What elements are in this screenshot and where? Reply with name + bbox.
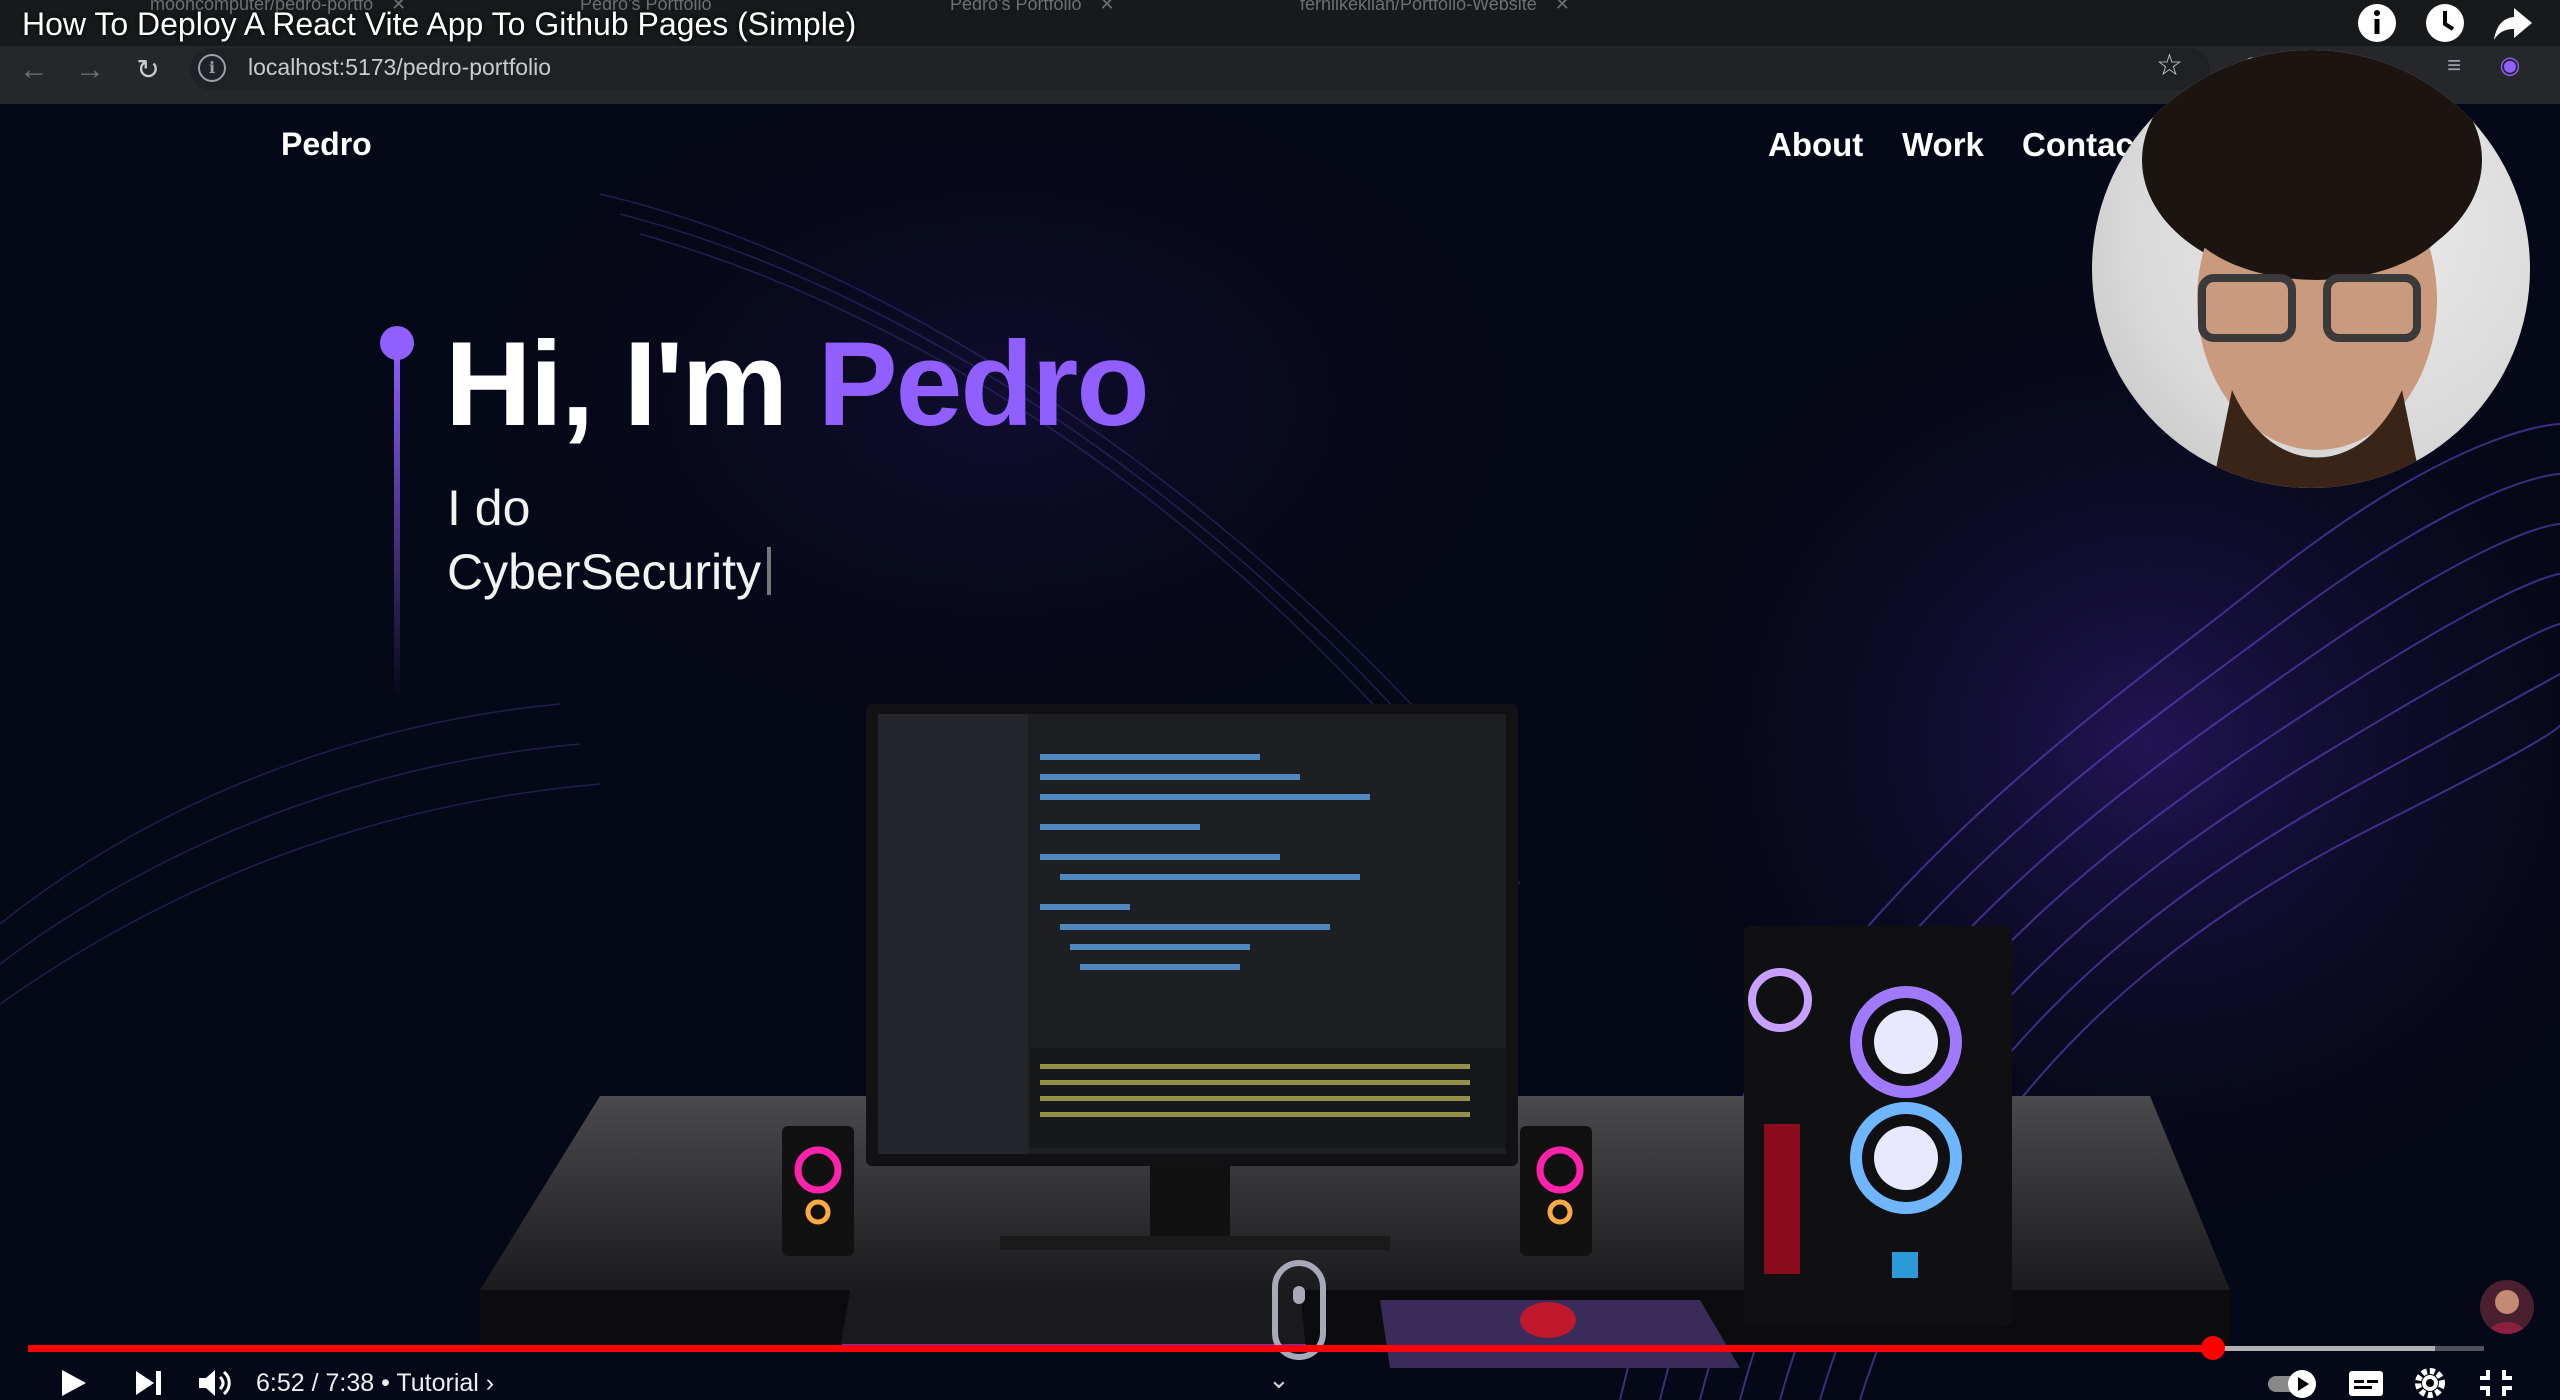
autoplay-toggle-icon[interactable] (2266, 1366, 2322, 1400)
nav-contact[interactable]: Contac (2022, 126, 2134, 164)
site-info-icon[interactable]: i (198, 54, 226, 82)
hero-subtitle: I do CyberSecurity (447, 476, 771, 604)
forward-arrow-icon[interactable]: → (70, 50, 110, 90)
progress-played (28, 1345, 2213, 1352)
nav-work[interactable]: Work (1902, 126, 1984, 164)
reload-icon[interactable]: ↻ (128, 50, 168, 90)
watch-later-icon[interactable] (2422, 0, 2468, 46)
reading-list-icon[interactable]: ≡ (2438, 50, 2470, 82)
back-arrow-icon[interactable]: ← (14, 50, 54, 90)
hero-indicator-line (394, 344, 400, 700)
share-icon[interactable] (2490, 0, 2536, 46)
url-text[interactable]: localhost:5173/pedro-portfolio (248, 53, 551, 81)
browser-tab[interactable]: Pedro's Portfolio ✕ (950, 0, 1250, 14)
chapter-title[interactable]: Tutorial (396, 1369, 478, 1397)
volume-icon[interactable] (196, 1366, 236, 1400)
play-icon[interactable] (56, 1366, 90, 1400)
progress-scrubber[interactable] (2200, 1336, 2225, 1360)
webcam-overlay (2092, 50, 2530, 488)
next-icon[interactable] (132, 1366, 166, 1400)
current-time: 6:52 (256, 1369, 305, 1397)
duration: 7:38 (325, 1369, 375, 1397)
hero-subtitle-line-2: CyberSecurity (447, 544, 761, 600)
channel-watermark[interactable] (2480, 1280, 2534, 1334)
bookmark-star-icon[interactable]: ☆ (2156, 48, 2183, 83)
exit-fullscreen-icon[interactable] (2476, 1366, 2516, 1400)
info-icon[interactable] (2354, 0, 2400, 46)
chevron-down-icon[interactable]: ⌄ (1268, 1364, 1290, 1395)
subtitles-icon[interactable] (2346, 1366, 2386, 1400)
site-brand[interactable]: Pedro (281, 126, 372, 163)
video-title[interactable]: How To Deploy A React Vite App To Github… (22, 4, 856, 44)
nav-about[interactable]: About (1768, 126, 1863, 164)
browser-tab[interactable]: ferhlikeklian/Portfolio-Website ✕ (1300, 0, 1680, 14)
hero-name: Pedro (817, 317, 1150, 451)
hero-heading: Hi, I'm Pedro (445, 314, 1150, 454)
presenter-portrait (2142, 50, 2482, 488)
hero-greeting: Hi, I'm (445, 317, 818, 451)
settings-icon[interactable] (2410, 1366, 2450, 1400)
time-display: 6:52 / 7:38 • Tutorial › (256, 1369, 495, 1397)
hero-subtitle-line-1: I do (447, 480, 531, 536)
typing-cursor (767, 547, 771, 595)
profile-avatar[interactable]: ◉ (2494, 50, 2526, 82)
keyboard (840, 1290, 1306, 1350)
